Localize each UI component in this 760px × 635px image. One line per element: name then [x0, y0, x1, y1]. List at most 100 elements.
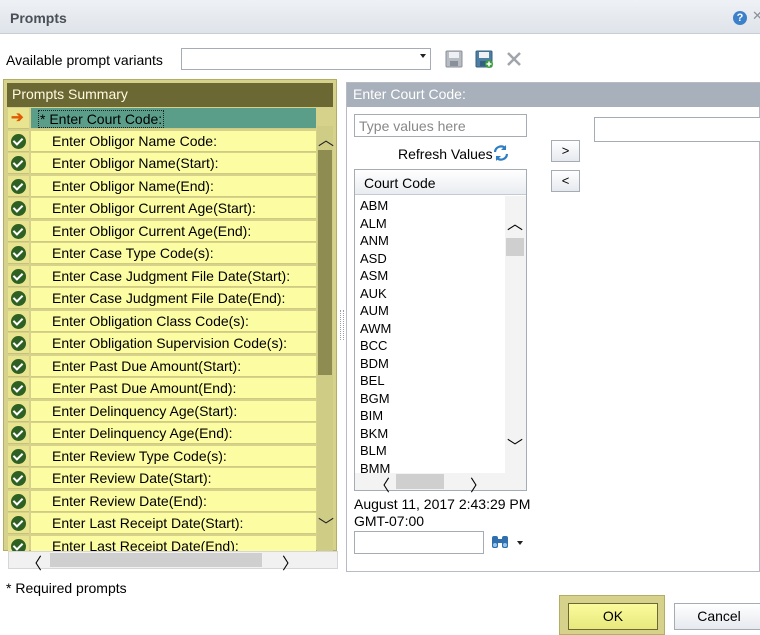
- prompt-label: Enter Case Type Code(s):: [52, 245, 214, 261]
- title-bar: [0, 0, 760, 34]
- prompt-row[interactable]: Enter Case Type Code(s):: [8, 243, 316, 266]
- prompt-label: Enter Obligor Name(Start):: [52, 155, 219, 171]
- list-item[interactable]: BCC: [360, 338, 387, 353]
- refresh-values-link[interactable]: Refresh Values: [398, 146, 493, 162]
- prompt-row[interactable]: Enter Review Date(End):: [8, 490, 316, 514]
- prompt-row[interactable]: Enter Review Type Code(s):: [8, 445, 316, 469]
- list-item[interactable]: BGM: [360, 391, 390, 406]
- prompt-row[interactable]: Enter Obligation Class Code(s):: [8, 310, 316, 334]
- checkmark-icon: [11, 133, 26, 149]
- summary-hscroll-thumb[interactable]: [50, 553, 262, 567]
- chevron-right-icon[interactable]: 〉: [470, 472, 486, 496]
- last-refresh-timestamp: August 11, 2017 2:43:29 PM GMT-07:00: [354, 496, 544, 530]
- list-item[interactable]: BDM: [360, 356, 389, 371]
- list-item[interactable]: BKM: [360, 426, 388, 441]
- list-item[interactable]: BLM: [360, 443, 387, 458]
- prompts-list: ➔ * Enter Court Code: Enter Obligor Name C…: [8, 108, 316, 551]
- prompt-row[interactable]: Enter Obligor Name(End):: [8, 175, 316, 199]
- prompt-label: Enter Obligor Name Code:: [52, 132, 217, 149]
- chevron-up-icon[interactable]: ︿: [507, 210, 523, 234]
- prompt-row[interactable]: Enter Obligation Supervision Code(s):: [8, 333, 316, 356]
- prompt-label: Enter Case Judgment File Date(End):: [52, 290, 286, 306]
- checkmark-icon: [11, 291, 26, 306]
- add-value-button[interactable]: >: [551, 140, 580, 162]
- prompt-row[interactable]: Enter Delinquency Age(End):: [8, 423, 316, 446]
- close-icon[interactable]: ✕: [752, 8, 760, 24]
- prompt-row[interactable]: ➔ * Enter Court Code:: [8, 108, 316, 131]
- prompt-label: Enter Review Date(End):: [52, 492, 207, 509]
- prompt-row[interactable]: Enter Obligor Current Age(Start):: [8, 198, 316, 221]
- save-icon[interactable]: [445, 50, 463, 68]
- court-code-title: Enter Court Code:: [353, 86, 466, 102]
- prompts-summary-title: Prompts Summary: [12, 86, 128, 102]
- refresh-icon[interactable]: [491, 143, 511, 163]
- chevron-right-icon[interactable]: 〉: [282, 550, 298, 574]
- checkmark-icon: [11, 156, 26, 171]
- prompt-label: Enter Obligation Supervision Code(s):: [52, 335, 288, 351]
- prompt-label: Enter Review Type Code(s):: [52, 447, 227, 464]
- list-item[interactable]: BEL: [360, 373, 385, 388]
- checkmark-icon: [11, 426, 26, 441]
- search-values-input[interactable]: [354, 531, 484, 554]
- list-item[interactable]: ANM: [360, 233, 389, 248]
- ok-button[interactable]: OK: [568, 603, 658, 630]
- prompt-row[interactable]: Enter Last Receipt Date(End):: [8, 535, 316, 551]
- prompt-label: Enter Obligor Current Age(End):: [52, 222, 252, 239]
- variants-label: Available prompt variants: [6, 52, 163, 68]
- list-item[interactable]: BIM: [360, 408, 383, 423]
- save-as-icon[interactable]: [475, 50, 493, 68]
- list-item[interactable]: AUK: [360, 286, 387, 301]
- summary-scroll-thumb[interactable]: [318, 150, 332, 375]
- timestamp-date: August 11, 2017 2:43:29 PM: [354, 496, 531, 512]
- cancel-button[interactable]: Cancel: [674, 603, 760, 630]
- delete-icon[interactable]: [505, 50, 523, 68]
- chevron-left-icon[interactable]: 〈: [26, 550, 42, 574]
- chevron-left-icon[interactable]: 〈: [374, 472, 390, 496]
- checkmark-icon: [11, 178, 26, 194]
- column-header-label: Court Code: [364, 175, 436, 191]
- selected-values-box[interactable]: [594, 117, 760, 142]
- prompt-row[interactable]: Enter Case Judgment File Date(End):: [8, 288, 316, 311]
- prompt-row[interactable]: Enter Obligor Name(Start):: [8, 153, 316, 176]
- prompt-row[interactable]: Enter Obligor Name Code:: [8, 130, 316, 154]
- remove-value-button[interactable]: <: [551, 170, 580, 192]
- prompt-row[interactable]: Enter Past Due Amount(End):: [8, 378, 316, 401]
- list-item[interactable]: AUM: [360, 303, 389, 318]
- list-item[interactable]: ASD: [360, 251, 387, 266]
- checkmark-icon: [11, 381, 26, 396]
- list-hscroll-thumb[interactable]: [396, 474, 444, 489]
- prompt-label: Enter Delinquency Age(End):: [52, 425, 233, 441]
- list-item[interactable]: AWM: [360, 321, 391, 336]
- prompt-row[interactable]: Enter Case Judgment File Date(Start):: [8, 265, 316, 289]
- prompt-row[interactable]: Enter Past Due Amount(Start):: [8, 355, 316, 379]
- list-item[interactable]: ABM: [360, 198, 388, 213]
- variants-select[interactable]: [181, 48, 431, 70]
- prompt-label: Enter Obligor Name(End):: [52, 177, 214, 194]
- list-item[interactable]: ASM: [360, 268, 388, 283]
- current-arrow-icon: ➔: [11, 109, 24, 126]
- chevron-down-icon[interactable]: [517, 541, 523, 545]
- checkmark-icon: [11, 358, 26, 374]
- checkmark-icon: [11, 313, 26, 329]
- list-scroll-thumb[interactable]: [506, 238, 524, 256]
- panel-splitter[interactable]: [340, 310, 344, 340]
- values-search-input[interactable]: [354, 114, 527, 137]
- chevron-down-icon[interactable]: ﹀: [507, 433, 523, 457]
- prompt-label: Enter Obligation Class Code(s):: [52, 312, 249, 329]
- prompt-label: Enter Past Due Amount(End):: [52, 380, 237, 396]
- checkmark-icon: [11, 268, 26, 284]
- prompt-row[interactable]: Enter Last Receipt Date(Start):: [8, 513, 316, 536]
- prompt-label: Enter Obligor Current Age(Start):: [52, 200, 256, 216]
- prompt-row[interactable]: Enter Review Date(Start):: [8, 468, 316, 491]
- prompt-row[interactable]: Enter Obligor Current Age(End):: [8, 220, 316, 244]
- checkmark-icon: [11, 516, 26, 531]
- prompt-row[interactable]: Enter Delinquency Age(Start):: [8, 400, 316, 424]
- help-icon[interactable]: ?: [733, 11, 747, 25]
- checkmark-icon: [11, 403, 26, 419]
- prompt-label: Enter Past Due Amount(Start):: [52, 357, 242, 374]
- chevron-down-icon[interactable]: ﹀: [318, 512, 334, 536]
- binoculars-icon[interactable]: [490, 534, 510, 550]
- list-item[interactable]: ALM: [360, 216, 387, 231]
- prompt-label: Enter Review Date(Start):: [52, 470, 212, 486]
- chevron-up-icon[interactable]: ︿: [318, 126, 334, 150]
